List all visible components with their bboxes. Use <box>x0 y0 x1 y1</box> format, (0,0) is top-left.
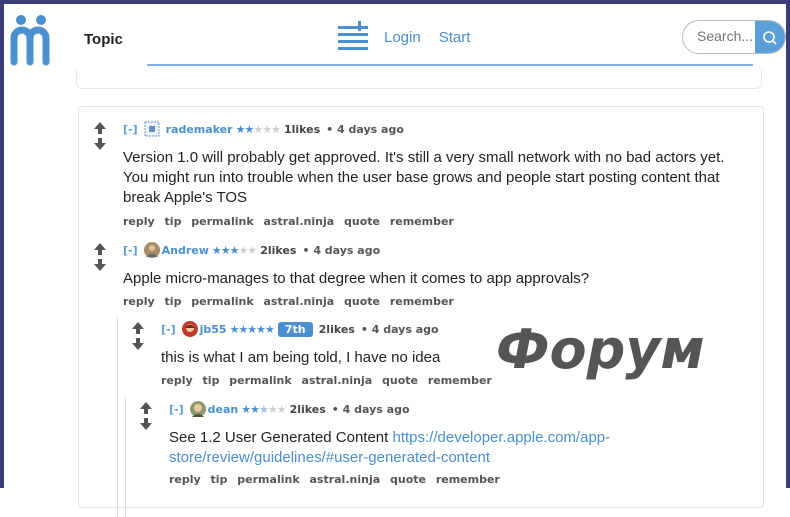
permalink-link[interactable]: permalink <box>191 295 253 308</box>
search-icon <box>763 31 777 45</box>
comments-card: [-] rademaker ★★★★★ 1likes • 4 days ago … <box>78 106 764 517</box>
vote-controls <box>93 242 107 274</box>
comment-text: Version 1.0 will probably get approved. … <box>123 149 725 206</box>
username[interactable]: dean <box>208 403 239 416</box>
downvote-icon[interactable] <box>93 137 107 151</box>
remember-link[interactable]: remember <box>428 374 492 387</box>
avatar[interactable] <box>143 242 160 258</box>
start-link[interactable]: Start <box>439 29 471 46</box>
likes-count: 2likes <box>260 243 297 257</box>
reply-link[interactable]: reply <box>169 473 201 486</box>
search-button[interactable] <box>755 21 785 53</box>
post-card <box>76 64 762 89</box>
comment-meta: [-] rademaker ★★★★★ 1likes • 4 days ago <box>123 121 404 137</box>
post-divider <box>147 64 753 66</box>
comment-age[interactable]: • 4 days ago <box>332 403 410 416</box>
vote-controls <box>139 401 153 433</box>
downvote-icon[interactable] <box>139 417 153 431</box>
comment-actions: reply tip permalink astral.ninja quote r… <box>123 295 460 308</box>
comment-meta: [-] dean ★★★★★ 2likes • 4 days ago <box>169 401 410 417</box>
center-nav: Login Start <box>336 20 488 54</box>
comment-text: Apple micro-manages to that degree when … <box>123 270 590 287</box>
tip-link[interactable]: tip <box>165 215 182 228</box>
site-header: Topic Login Start <box>4 4 786 70</box>
likes-count: 2likes <box>289 402 326 416</box>
search-box <box>682 20 786 54</box>
comment-actions: reply tip permalink astral.ninja quote r… <box>169 473 506 486</box>
avatar[interactable] <box>181 321 198 337</box>
comment-actions: reply tip permalink astral.ninja quote r… <box>161 374 498 387</box>
comment-age[interactable]: • 4 days ago <box>361 323 439 336</box>
collapse-toggle[interactable]: [-] <box>123 123 138 136</box>
rating-stars: ★★★★★ <box>211 243 257 257</box>
thread-line <box>125 397 126 517</box>
rating-stars: ★★★★★ <box>235 122 281 136</box>
astral-ninja-link[interactable]: astral.ninja <box>301 374 372 387</box>
thread-line <box>117 317 118 517</box>
rating-stars: ★★★★★ <box>241 402 286 416</box>
permalink-link[interactable]: permalink <box>191 215 253 228</box>
likes-count: 1likes <box>283 122 321 136</box>
rank-badge: 7th <box>277 321 313 337</box>
username[interactable]: jb55 <box>200 323 227 336</box>
reply-link[interactable]: reply <box>161 374 193 387</box>
site-logo-icon[interactable] <box>10 14 54 66</box>
login-link[interactable]: Login <box>384 29 421 46</box>
topic-link[interactable]: Topic <box>84 31 123 48</box>
astral-ninja-link[interactable]: astral.ninja <box>309 473 380 486</box>
upvote-icon[interactable] <box>131 321 145 335</box>
quote-link[interactable]: quote <box>382 374 418 387</box>
collapse-toggle[interactable]: [-] <box>161 323 176 336</box>
comment-meta: [-] jb55 ★★★★★ 7th 2likes • 4 days ago <box>161 321 439 337</box>
rating-stars: ★★★★★ <box>229 322 275 336</box>
reply-link[interactable]: reply <box>123 215 155 228</box>
comment-text-prefix: See 1.2 User Generated Content <box>169 429 393 446</box>
remember-link[interactable]: remember <box>390 215 454 228</box>
watermark-text: Форум <box>496 318 705 381</box>
astral-ninja-link[interactable]: astral.ninja <box>263 295 334 308</box>
tip-link[interactable]: tip <box>203 374 220 387</box>
username[interactable]: Andrew <box>162 244 209 257</box>
downvote-icon[interactable] <box>93 258 107 272</box>
astral-ninja-link[interactable]: astral.ninja <box>263 215 334 228</box>
reply-link[interactable]: reply <box>123 295 155 308</box>
tip-link[interactable]: tip <box>211 473 228 486</box>
remember-link[interactable]: remember <box>436 473 500 486</box>
comment-actions: reply tip permalink astral.ninja quote r… <box>123 215 460 228</box>
likes-count: 2likes <box>318 322 355 336</box>
tip-link[interactable]: tip <box>165 295 182 308</box>
remember-link[interactable]: remember <box>390 295 454 308</box>
permalink-link[interactable]: permalink <box>237 473 299 486</box>
vote-controls <box>131 321 145 353</box>
quote-link[interactable]: quote <box>390 473 426 486</box>
collapse-toggle[interactable]: [-] <box>123 244 138 257</box>
collapse-toggle[interactable]: [-] <box>169 403 184 416</box>
comment-age[interactable]: • 4 days ago <box>302 244 380 257</box>
quote-link[interactable]: quote <box>344 215 380 228</box>
downvote-icon[interactable] <box>131 337 145 351</box>
comment-meta: [-] Andrew ★★★★★ 2likes • 4 days ago <box>123 242 380 258</box>
permalink-link[interactable]: permalink <box>229 374 291 387</box>
upvote-icon[interactable] <box>93 242 107 256</box>
upvote-icon[interactable] <box>139 401 153 415</box>
comment-text: See 1.2 User Generated Content https://d… <box>169 428 639 468</box>
avatar[interactable] <box>189 401 206 417</box>
comment-age[interactable]: • 4 days ago <box>326 123 404 136</box>
upvote-icon[interactable] <box>93 121 107 135</box>
vote-controls <box>93 121 107 153</box>
username[interactable]: rademaker <box>166 123 233 136</box>
menu-icon[interactable] <box>336 20 370 54</box>
avatar[interactable] <box>144 121 160 137</box>
quote-link[interactable]: quote <box>344 295 380 308</box>
